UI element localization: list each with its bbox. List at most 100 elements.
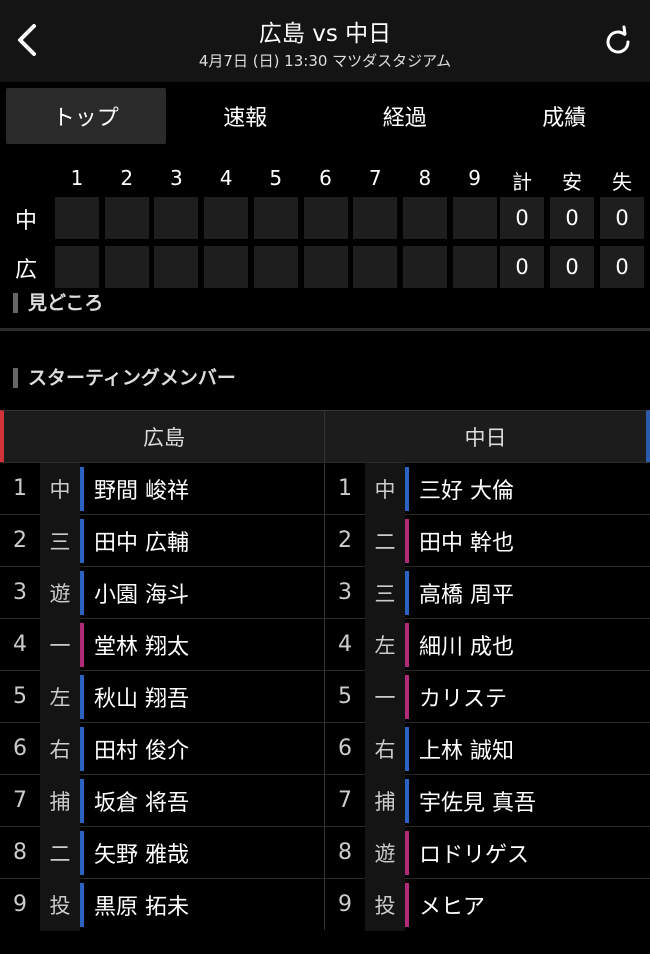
inning-cell [452, 197, 497, 239]
starting-title: スターティングメンバー [28, 367, 236, 389]
handedness-bar [80, 518, 84, 563]
lineup-row: 6 右田村 俊介 6 右上林 誠知 [0, 722, 650, 775]
handedness-bar [405, 882, 409, 927]
inning-cell [154, 197, 199, 239]
player-name: 細川 成也 [419, 634, 514, 660]
position: 中 [365, 462, 405, 515]
batting-order: 9 [13, 892, 27, 917]
inning-header: 1 [70, 166, 84, 190]
inning-header: 安 [562, 170, 582, 194]
scoreboard-team-label: 広 [14, 258, 37, 283]
lineup-table: 広島 中日 1 中野間 峻祥 1 中三好 大倫 2 三田中 広輔 2 二田中 幹也 3 遊小園 海… [0, 410, 650, 931]
away-player[interactable]: 7 捕宇佐見 真吾 [325, 774, 650, 827]
lineup-row: 1 中野間 峻祥 1 中三好 大倫 [0, 462, 650, 515]
total-cell: 0 [550, 246, 594, 288]
inning-header: 8 [418, 166, 432, 190]
player-name: 宇佐見 真吾 [419, 790, 536, 816]
handedness-bar [80, 570, 84, 615]
batting-order: 4 [338, 632, 352, 657]
player-name: 秋山 翔吾 [94, 686, 189, 712]
header-bar: 広島 vs 中日 4月7日 (日) 13:30 マツダスタジアム [0, 0, 650, 82]
home-player[interactable]: 1 中野間 峻祥 [0, 462, 325, 515]
handedness-bar [405, 674, 409, 719]
refresh-icon[interactable] [600, 24, 636, 60]
away-player[interactable]: 2 二田中 幹也 [325, 514, 650, 567]
home-player[interactable]: 7 捕坂倉 将吾 [0, 774, 325, 827]
away-player[interactable]: 6 右上林 誠知 [325, 722, 650, 775]
player-name: 黒原 拓未 [94, 894, 189, 920]
inning-cell [104, 197, 149, 239]
home-player[interactable]: 9 投黒原 拓未 [0, 878, 325, 931]
home-player[interactable]: 2 三田中 広輔 [0, 514, 325, 567]
away-team-header: 中日 [325, 410, 650, 462]
total-cell: 0 [550, 197, 594, 239]
player-name: 小園 海斗 [94, 582, 189, 608]
tab-progress[interactable]: 経過 [325, 88, 485, 144]
tab-stats[interactable]: 成績 [485, 88, 645, 144]
position: 中 [40, 462, 80, 515]
position: 一 [365, 670, 405, 723]
home-player[interactable]: 5 左秋山 翔吾 [0, 670, 325, 723]
inning-header: 4 [219, 166, 233, 190]
position: 遊 [40, 566, 80, 619]
handedness-bar [80, 778, 84, 823]
batting-order: 4 [13, 632, 27, 657]
position: 投 [40, 878, 80, 931]
position: 捕 [40, 774, 80, 827]
section-bar [13, 293, 18, 313]
batting-order: 7 [338, 788, 352, 813]
player-name: 田中 広輔 [94, 530, 189, 556]
home-player[interactable]: 4 一堂林 翔太 [0, 618, 325, 671]
batting-order: 1 [13, 476, 27, 501]
away-player[interactable]: 1 中三好 大倫 [325, 462, 650, 515]
away-player[interactable]: 3 三高橋 周平 [325, 566, 650, 619]
batting-order: 2 [338, 528, 352, 553]
total-cell: 0 [500, 246, 544, 288]
batting-order: 3 [13, 580, 27, 605]
starting-header: スターティングメンバー [0, 363, 650, 393]
batting-order: 8 [338, 840, 352, 865]
lineup-row: 4 一堂林 翔太 4 左細川 成也 [0, 618, 650, 671]
handedness-bar [80, 830, 84, 875]
home-player[interactable]: 3 遊小園 海斗 [0, 566, 325, 619]
player-name: 高橋 周平 [419, 582, 514, 608]
batting-order: 5 [338, 684, 352, 709]
away-player[interactable]: 8 遊ロドリゲス [325, 826, 650, 879]
position: 左 [365, 618, 405, 671]
game-title: 広島 vs 中日 [258, 21, 392, 47]
inning-header: 5 [269, 166, 283, 190]
section-bar [13, 368, 18, 388]
section-divider [0, 328, 650, 331]
player-name: 上林 誠知 [419, 738, 514, 764]
position: 二 [40, 826, 80, 879]
tab-top[interactable]: トップ [6, 88, 166, 144]
player-name: 田村 俊介 [94, 738, 189, 764]
inning-cell [353, 246, 398, 288]
home-team-header: 広島 [0, 410, 325, 462]
handedness-bar [80, 466, 84, 511]
position: 三 [40, 514, 80, 567]
inning-cell [452, 246, 497, 288]
position: 遊 [365, 826, 405, 879]
home-player[interactable]: 8 二矢野 雅哉 [0, 826, 325, 879]
handedness-bar [405, 570, 409, 615]
lineup-row: 5 左秋山 翔吾 5 一カリステ [0, 670, 650, 723]
batting-order: 3 [338, 580, 352, 605]
batting-order: 6 [338, 736, 352, 761]
player-name: 堂林 翔太 [94, 634, 189, 660]
inning-cell [154, 246, 199, 288]
home-player[interactable]: 6 右田村 俊介 [0, 722, 325, 775]
away-player[interactable]: 5 一カリステ [325, 670, 650, 723]
away-player[interactable]: 9 投メヒア [325, 878, 650, 931]
handedness-bar [80, 622, 84, 667]
batting-order: 5 [13, 684, 27, 709]
away-player[interactable]: 4 左細川 成也 [325, 618, 650, 671]
position: 左 [40, 670, 80, 723]
lineup-row: 9 投黒原 拓未 9 投メヒア [0, 878, 650, 931]
handedness-bar [80, 674, 84, 719]
tab-live[interactable]: 速報 [166, 88, 326, 144]
player-name: 坂倉 将吾 [94, 790, 189, 816]
batting-order: 9 [338, 892, 352, 917]
inning-cell [204, 197, 249, 239]
batting-order: 2 [13, 528, 27, 553]
